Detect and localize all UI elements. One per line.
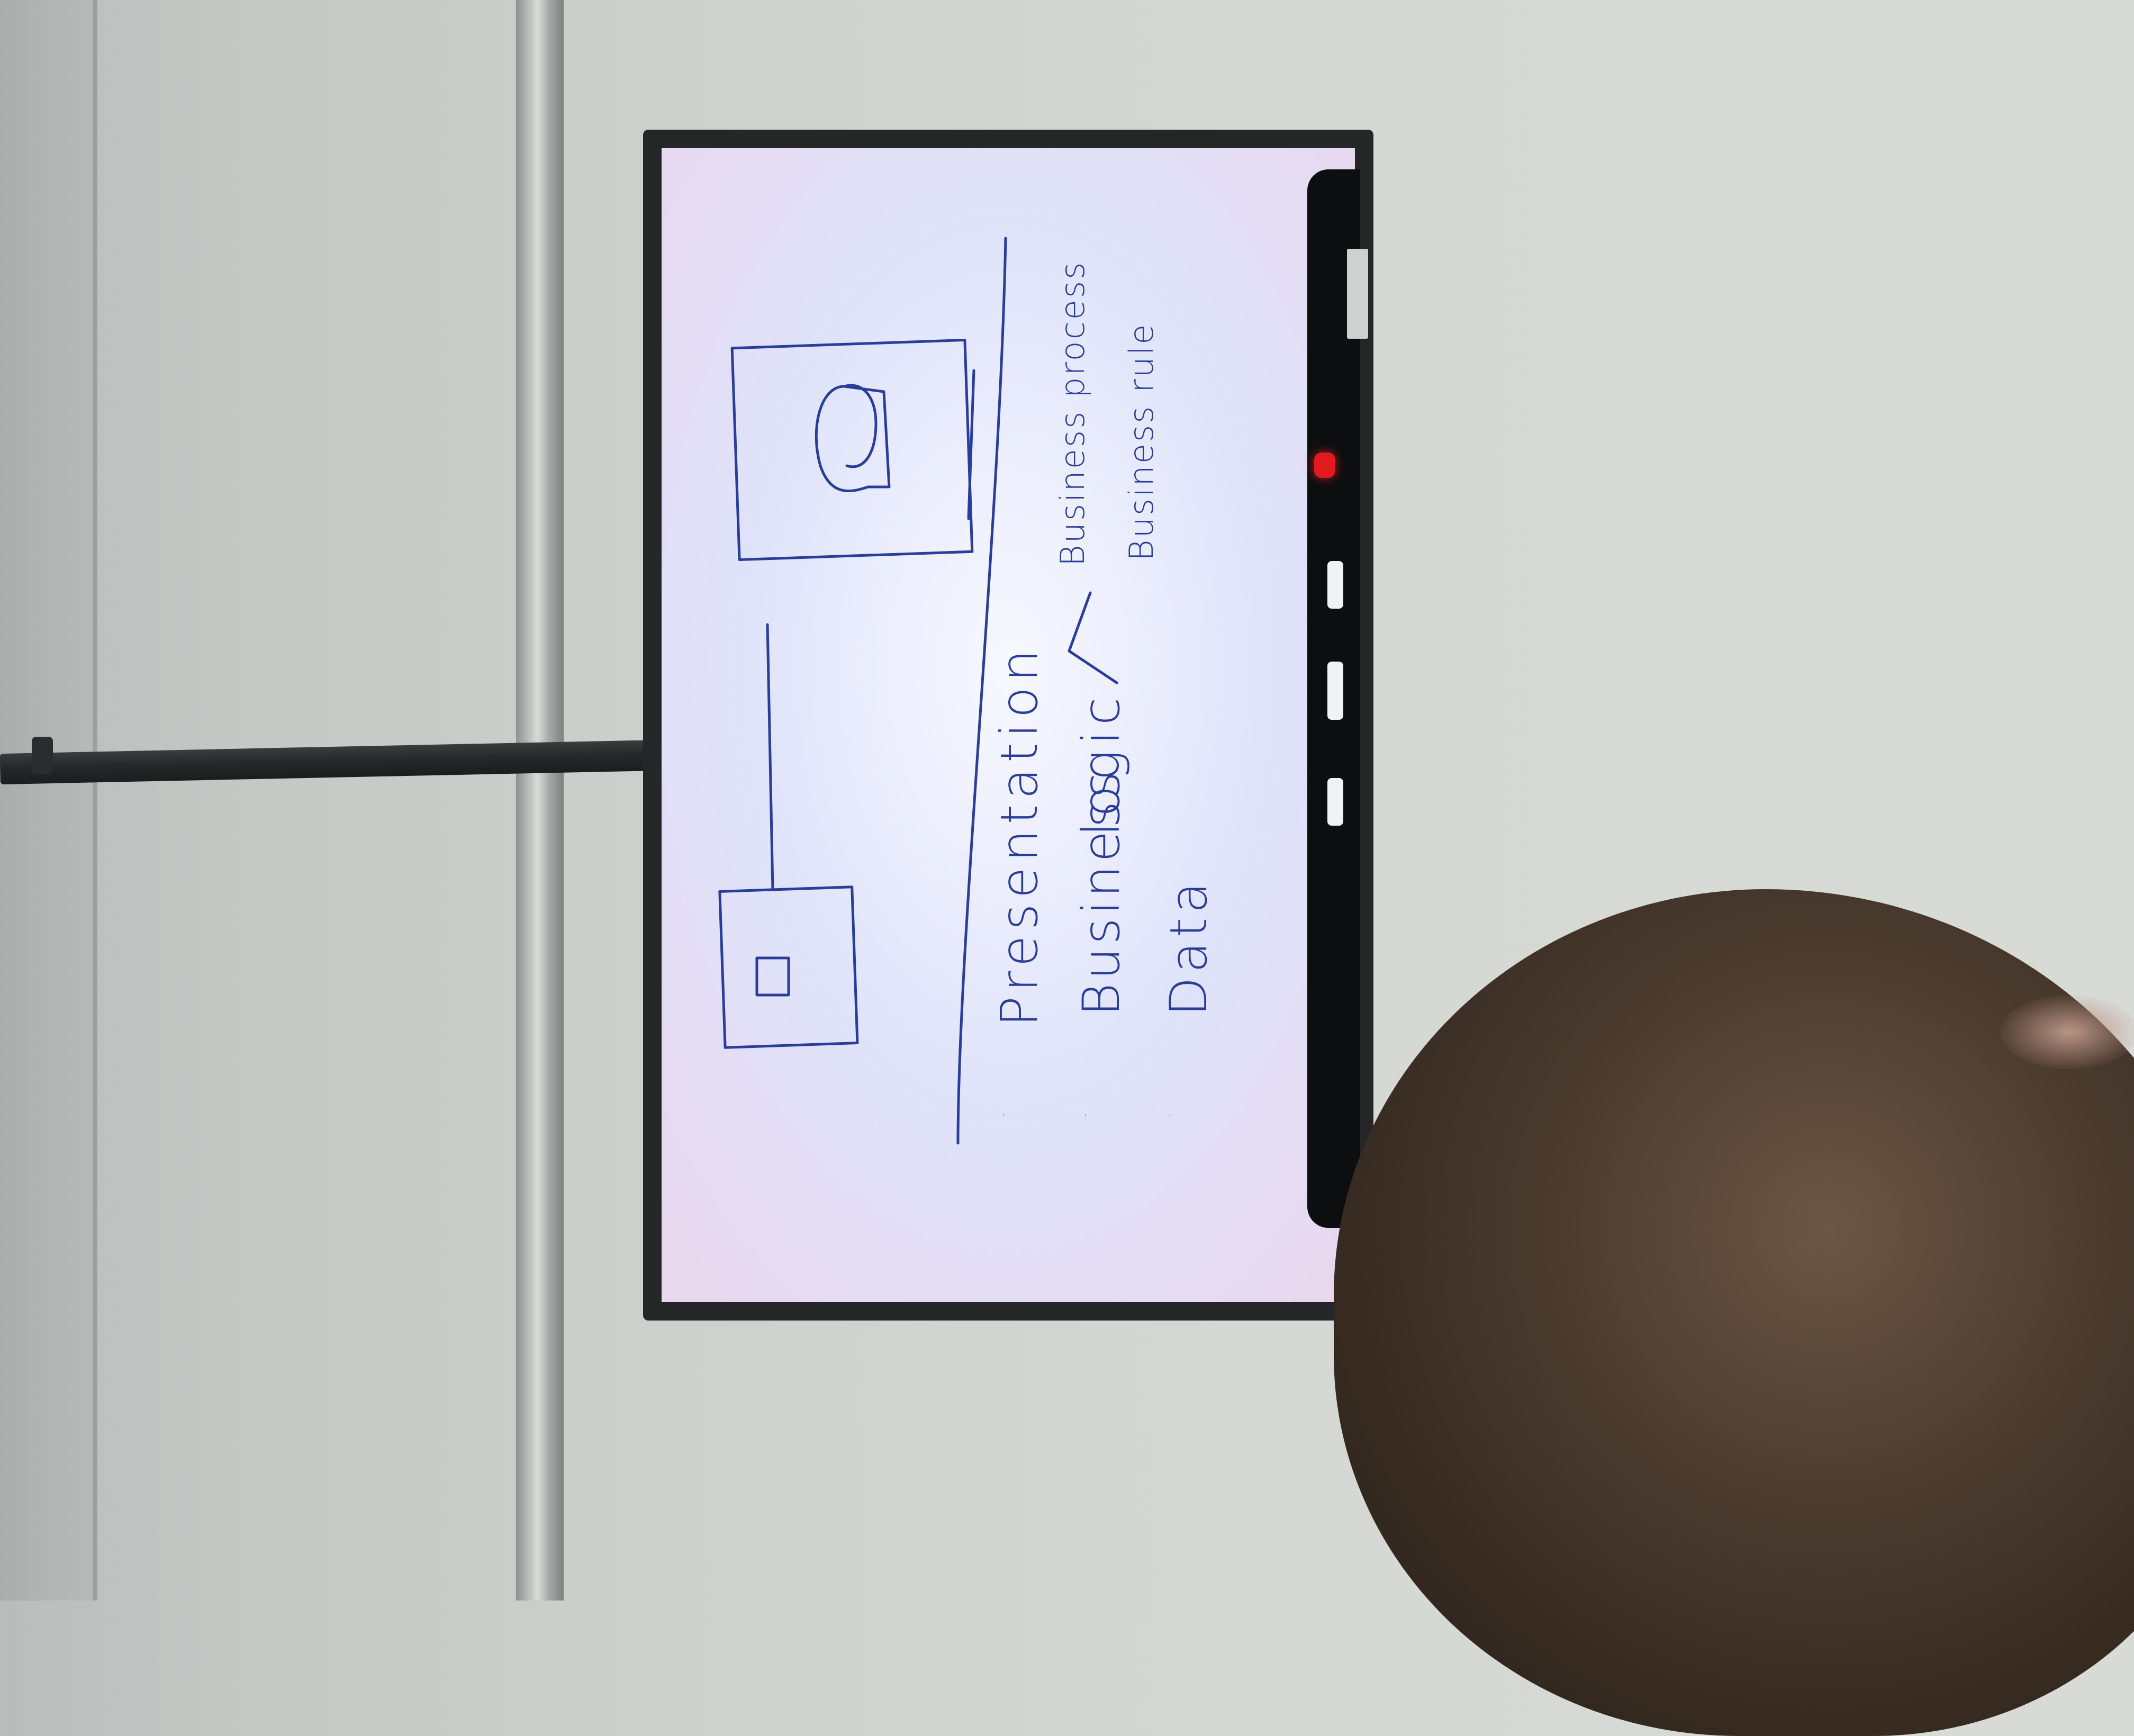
bullet-data: - bbox=[1164, 1114, 1174, 1117]
tv-screen: - Presentation - Business logic - Data B… bbox=[662, 148, 1355, 1302]
dock-button[interactable] bbox=[1327, 778, 1343, 826]
record-indicator-icon bbox=[1314, 453, 1335, 478]
item-presentation: Presentation bbox=[990, 644, 1049, 1027]
person-ear bbox=[2001, 995, 2134, 1069]
device-sticker bbox=[1347, 249, 1368, 339]
wall-pipe bbox=[516, 0, 564, 1601]
wall-panel bbox=[0, 0, 98, 1601]
branch-business-rule: Business rule bbox=[1122, 322, 1161, 561]
bullet-business-logic: - bbox=[1080, 1114, 1090, 1117]
wall-seam bbox=[93, 0, 97, 1601]
bullet-presentation: - bbox=[998, 1114, 1008, 1117]
dock-button[interactable] bbox=[1327, 561, 1343, 609]
dock-button[interactable] bbox=[1327, 662, 1343, 720]
tv-mount-joint bbox=[32, 737, 53, 774]
item-logic: logic bbox=[1072, 692, 1131, 836]
branch-business-process: Business process bbox=[1053, 260, 1092, 566]
item-data: Data bbox=[1159, 878, 1218, 1016]
